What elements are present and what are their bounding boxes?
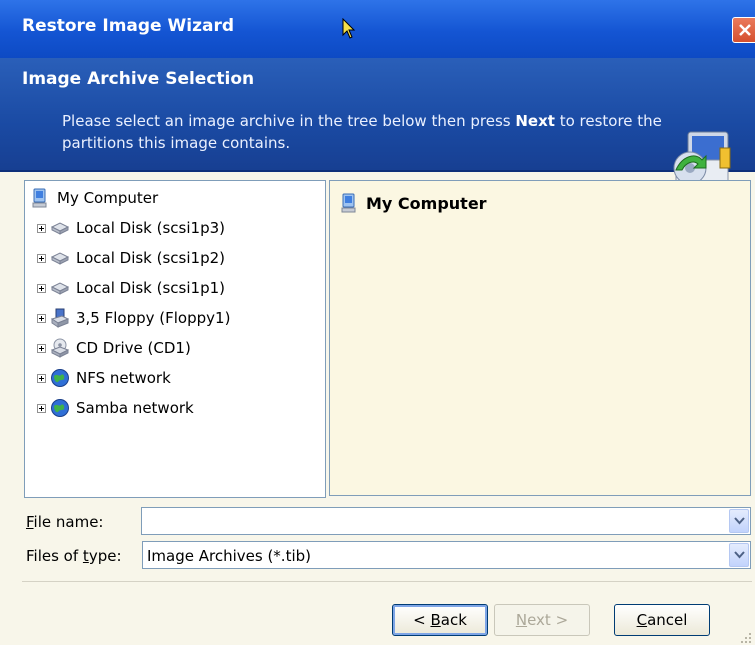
cancel-button[interactable]: Cancel [614, 604, 710, 636]
files-of-type-value: Image Archives (*.tib) [147, 547, 311, 565]
close-icon [739, 24, 751, 36]
tree-item-local-disk-scsi1p2[interactable]: Local Disk (scsi1p2) [37, 245, 225, 271]
expand-icon[interactable] [37, 283, 46, 293]
page-description: Please select an image archive in the tr… [62, 110, 682, 154]
hard-disk-icon [50, 252, 70, 265]
hard-disk-icon [50, 282, 70, 295]
files-of-type-label-start: Files of [26, 547, 83, 565]
computer-icon [32, 188, 47, 208]
expand-icon[interactable] [37, 223, 46, 233]
floppy-drive-icon [50, 308, 70, 328]
tree-item-local-disk-scsi1p3[interactable]: Local Disk (scsi1p3) [37, 215, 225, 241]
cancel-label: ancel [647, 611, 688, 629]
tree-item-label: CD Drive (CD1) [76, 339, 191, 357]
files-of-type-label: Files of type: [26, 547, 122, 565]
wizard-header: Image Archive Selection Please select an… [0, 58, 755, 187]
close-button[interactable] [732, 17, 755, 43]
tree-item-label: Local Disk (scsi1p3) [76, 219, 225, 237]
expand-icon[interactable] [37, 373, 46, 383]
window-title: Restore Image Wizard [22, 16, 235, 36]
resize-grip-icon[interactable] [740, 630, 752, 648]
cancel-accel: C [636, 611, 648, 629]
network-globe-icon [51, 399, 69, 417]
tree-item-floppy-drive[interactable]: 3,5 Floppy (Floppy1) [37, 305, 230, 331]
tree-item-samba-network[interactable]: Samba network [37, 395, 194, 421]
tree-item-label: Local Disk (scsi1p1) [76, 279, 225, 297]
file-name-combo[interactable] [141, 507, 751, 535]
file-name-label: File name: [26, 513, 103, 531]
tree-item-local-disk-scsi1p1[interactable]: Local Disk (scsi1p1) [37, 275, 225, 301]
expand-icon[interactable] [37, 403, 46, 413]
tree-item-cd-drive[interactable]: CD Drive (CD1) [37, 335, 191, 361]
file-name-accel: F [26, 513, 34, 531]
detail-title: My Computer [366, 193, 487, 213]
expand-icon[interactable] [37, 313, 46, 323]
back-label: ack [440, 611, 467, 629]
expand-icon[interactable] [37, 253, 46, 263]
page-title: Image Archive Selection [22, 69, 255, 89]
back-prefix: < [413, 611, 431, 629]
tree-item-label: NFS network [76, 369, 171, 387]
folder-tree[interactable]: My Computer Local Disk (scsi1p3) Local D… [24, 180, 326, 498]
tree-item-label: My Computer [57, 189, 159, 207]
files-of-type-dropdown-button[interactable] [729, 543, 749, 567]
next-button[interactable]: Next > [494, 604, 590, 636]
description-bold-next: Next [515, 112, 555, 130]
network-globe-icon [51, 369, 69, 387]
file-name-label-text: ile name: [33, 513, 104, 531]
tree-item-label: Local Disk (scsi1p2) [76, 249, 225, 267]
hard-disk-icon [50, 222, 70, 235]
expand-icon[interactable] [37, 343, 46, 353]
next-label: ext > [527, 611, 569, 629]
restore-image-wizard-window: Restore Image Wizard Image Archive Selec… [0, 0, 755, 645]
button-divider [22, 581, 752, 582]
files-of-type-combo[interactable]: Image Archives (*.tib) [142, 541, 751, 569]
tree-item-label: Samba network [76, 399, 194, 417]
chevron-down-icon [734, 551, 745, 559]
archive-detail-pane[interactable]: My Computer [329, 180, 751, 496]
computer-icon [341, 193, 356, 213]
description-text: Please select an image archive in the tr… [62, 112, 516, 130]
file-name-dropdown-button[interactable] [729, 509, 749, 533]
detail-header: My Computer [340, 193, 487, 213]
title-bar[interactable]: Restore Image Wizard [0, 0, 755, 58]
next-accel: N [515, 611, 528, 629]
back-button[interactable]: < Back [392, 604, 488, 636]
tree-item-nfs-network[interactable]: NFS network [37, 365, 171, 391]
files-of-type-label-end: ype: [88, 547, 122, 565]
cd-drive-icon [50, 338, 70, 358]
tree-item-my-computer[interactable]: My Computer [31, 185, 158, 211]
tree-item-label: 3,5 Floppy (Floppy1) [76, 309, 231, 327]
back-accel: B [430, 611, 441, 629]
chevron-down-icon [734, 517, 745, 525]
mouse-pointer-icon [342, 17, 356, 44]
